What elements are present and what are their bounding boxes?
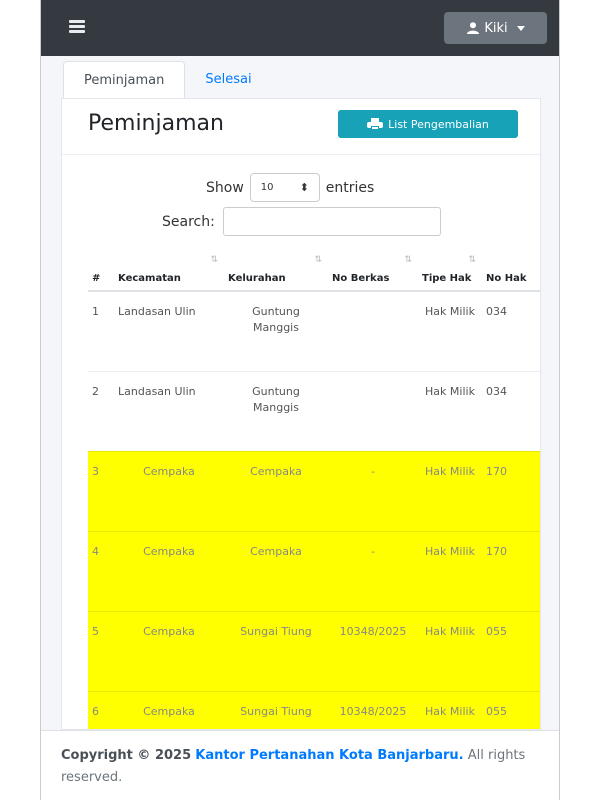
app-frame: Kiki Peminjaman Selesai Peminjaman List … — [40, 0, 560, 800]
cell-kelurahan: Cempaka — [224, 530, 328, 611]
table-row[interactable]: 5 Cempaka Sungai Tiung 10348/2025 Hak Milik 0… — [88, 610, 540, 691]
cell-number: 3 — [88, 450, 114, 531]
table-header-row: # ⇅ Kecamatan ⇅ Kelurahan ⇅ No Berkas ⇅ Tipe… — [88, 247, 540, 292]
search-label: Search: — [162, 213, 215, 230]
cell-no-hak: 034 — [482, 290, 540, 371]
cell-number: 2 — [88, 370, 114, 451]
cell-kecamatan: Cempaka — [114, 530, 224, 611]
printer-icon — [367, 118, 384, 130]
col-header-tipe-hak[interactable]: ⇅ Tipe Hak — [418, 247, 482, 292]
cell-kelurahan: Sungai Tiung — [224, 690, 328, 729]
cell-kecamatan: Cempaka — [114, 450, 224, 531]
cell-number: 4 — [88, 530, 114, 611]
entries-length-select[interactable]: 10 ⬍ — [249, 173, 320, 202]
entries-label: entries — [325, 179, 375, 196]
cell-kecamatan: Cempaka — [114, 690, 224, 729]
cell-no-hak: 055 — [482, 610, 540, 691]
cell-kelurahan: Cempaka — [224, 450, 328, 531]
cell-number: 6 — [88, 690, 114, 729]
cell-no-hak: 034 — [482, 370, 540, 451]
updown-icon: ⬍ — [299, 181, 309, 194]
tab-selesai[interactable]: Selesai — [185, 61, 271, 98]
cell-tipe-hak: Hak Milik — [418, 290, 482, 371]
cell-kelurahan: Guntung Manggis — [224, 370, 328, 451]
table-row[interactable]: 1 Landasan Ulin Guntung Manggis Hak Milik 03… — [88, 290, 540, 371]
cell-kecamatan: Landasan Ulin — [114, 290, 224, 371]
cell-no-berkas — [328, 370, 418, 451]
cell-no-berkas: 10348/2025 — [328, 610, 418, 691]
cell-no-hak: 170 — [482, 450, 540, 531]
cell-tipe-hak: Hak Milik — [418, 370, 482, 451]
peminjaman-table: # ⇅ Kecamatan ⇅ Kelurahan ⇅ No Berkas ⇅ Tipe… — [88, 247, 540, 729]
menu-icon[interactable] — [69, 20, 85, 34]
table-row[interactable]: 6 Cempaka Sungai Tiung 10348/2025 Hak Milik 0… — [88, 690, 540, 729]
cell-no-berkas: - — [328, 530, 418, 611]
caret-down-icon — [516, 25, 525, 31]
cell-kelurahan: Sungai Tiung — [224, 610, 328, 691]
cell-tipe-hak: Hak Milik — [418, 610, 482, 691]
show-label: Show — [206, 179, 244, 196]
list-pengembalian-label: List Pengembalian — [388, 117, 489, 131]
user-menu-button[interactable]: Kiki — [444, 12, 547, 44]
org-link[interactable]: Kantor Pertanahan Kota Banjarbaru. — [195, 748, 463, 763]
cell-no-hak: 055 — [482, 690, 540, 729]
cell-tipe-hak: Hak Milik — [418, 450, 482, 531]
peminjaman-card: Peminjaman List Pengembalian Show 10 ⬍ e… — [61, 98, 541, 730]
copyright-text: Copyright © 2025 — [61, 748, 192, 763]
cell-kecamatan: Landasan Ulin — [114, 370, 224, 451]
cell-tipe-hak: Hak Milik — [418, 690, 482, 729]
card-header: Peminjaman List Pengembalian — [62, 99, 540, 155]
page-title: Peminjaman — [88, 111, 224, 136]
length-control: Show 10 ⬍ entries — [206, 173, 374, 202]
search-control: Search: — [162, 207, 441, 236]
col-header-no-hak[interactable]: No Hak — [482, 247, 540, 292]
page-footer: Copyright © 2025 Kantor Pertanahan Kota … — [41, 730, 559, 800]
search-input[interactable] — [222, 207, 441, 236]
col-header-kelurahan[interactable]: ⇅ Kelurahan — [224, 247, 328, 292]
table-row[interactable]: 3 Cempaka Cempaka - Hak Milik 170 — [88, 450, 540, 531]
cell-kecamatan: Cempaka — [114, 610, 224, 691]
length-value: 10 — [260, 182, 274, 193]
col-header-no-berkas[interactable]: ⇅ No Berkas — [328, 247, 418, 292]
user-icon — [467, 22, 480, 34]
sort-icon: ⇅ — [314, 255, 322, 265]
cell-no-hak: 170 — [482, 530, 540, 611]
sort-icon: ⇅ — [210, 255, 218, 265]
tab-bar: Peminjaman Selesai — [63, 61, 272, 98]
tab-peminjaman[interactable]: Peminjaman — [63, 61, 186, 98]
cell-number: 1 — [88, 290, 114, 371]
table-row[interactable]: 4 Cempaka Cempaka - Hak Milik 170 — [88, 530, 540, 611]
table-body: 1 Landasan Ulin Guntung Manggis Hak Milik 03… — [88, 290, 540, 729]
list-pengembalian-button[interactable]: List Pengembalian — [338, 110, 518, 138]
cell-number: 5 — [88, 610, 114, 691]
table-row[interactable]: 2 Landasan Ulin Guntung Manggis Hak Milik 03… — [88, 370, 540, 451]
cell-no-berkas: 10348/2025 — [328, 690, 418, 729]
user-name: Kiki — [484, 20, 508, 36]
top-navbar: Kiki — [41, 0, 559, 56]
cell-no-berkas: - — [328, 450, 418, 531]
cell-tipe-hak: Hak Milik — [418, 530, 482, 611]
sort-icon: ⇅ — [404, 255, 412, 265]
sort-icon: ⇅ — [468, 255, 476, 265]
col-header-number[interactable]: # — [88, 247, 114, 292]
table-container[interactable]: # ⇅ Kecamatan ⇅ Kelurahan ⇅ No Berkas ⇅ Tipe… — [88, 247, 540, 729]
cell-no-berkas — [328, 290, 418, 371]
cell-kelurahan: Guntung Manggis — [224, 290, 328, 371]
col-header-kecamatan[interactable]: ⇅ Kecamatan — [114, 247, 224, 292]
